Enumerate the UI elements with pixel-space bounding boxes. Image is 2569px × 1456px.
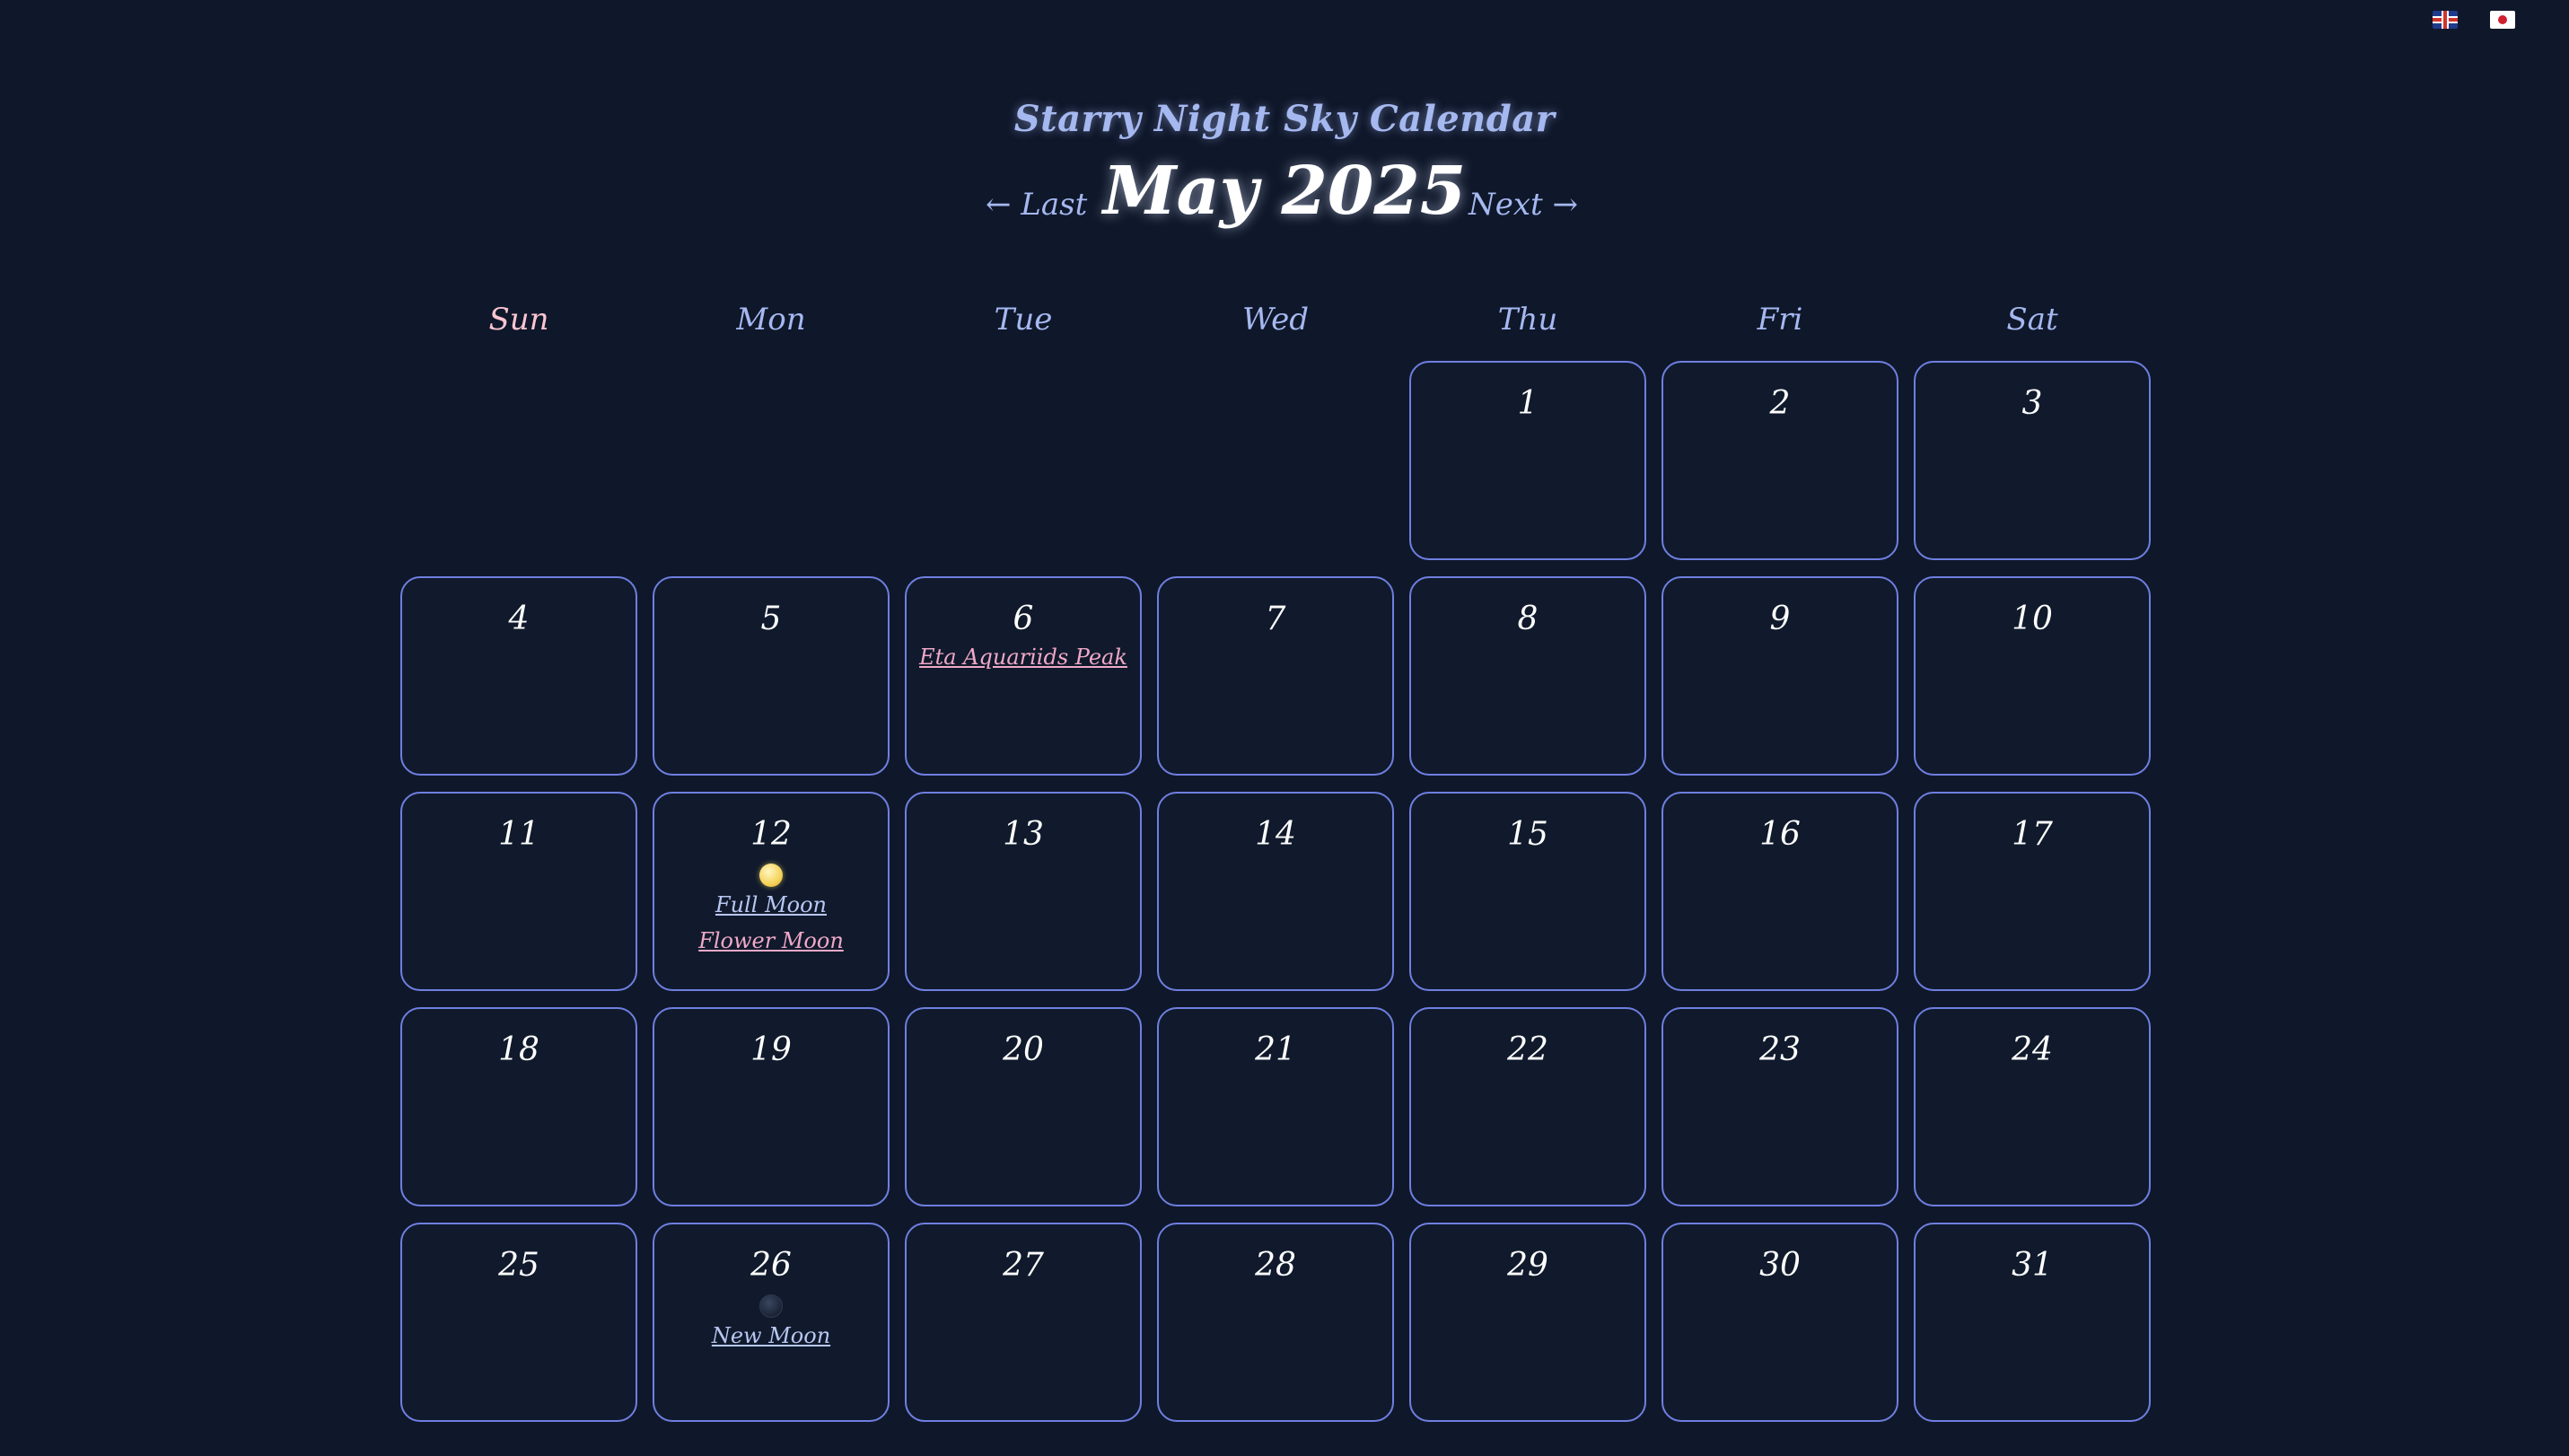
day-number: 11	[498, 816, 539, 853]
day-number: 24	[2012, 1031, 2053, 1068]
day-cell-6[interactable]: 6 Eta Aquariids Peak	[905, 576, 1142, 776]
day-number: 4	[508, 601, 530, 637]
day-cell-29[interactable]: 29	[1409, 1223, 1646, 1422]
empty-day-cell	[653, 361, 890, 560]
day-cell-2[interactable]: 2	[1662, 361, 1898, 560]
app-header: Starry Night Sky Calendar	[0, 90, 2569, 149]
day-cell-22[interactable]: 22	[1409, 1007, 1646, 1206]
day-cell-4[interactable]: 4	[400, 576, 637, 776]
day-cell-12[interactable]: 12 Full Moon Flower Moon	[653, 792, 890, 991]
day-number: 8	[1517, 601, 1539, 637]
day-number: 20	[1003, 1031, 1044, 1068]
day-cell-3[interactable]: 3	[1914, 361, 2151, 560]
new-moon-icon	[759, 1294, 783, 1318]
day-number: 9	[1769, 601, 1791, 637]
day-cell-8[interactable]: 8	[1409, 576, 1646, 776]
day-number: 3	[2021, 385, 2043, 422]
empty-day-cell	[905, 361, 1142, 560]
language-switcher	[2433, 11, 2515, 29]
month-title: May 2025	[1102, 153, 1467, 230]
weekday-sun: Sun	[488, 302, 549, 338]
weekday-sat: Sat	[2006, 302, 2058, 338]
day-number: 15	[1507, 816, 1548, 853]
day-number: 19	[750, 1031, 792, 1068]
weekday-wed: Wed	[1241, 302, 1310, 338]
previous-month-button[interactable]: ← Last	[986, 187, 1087, 223]
day-cell-18[interactable]: 18	[400, 1007, 637, 1206]
day-cell-25[interactable]: 25	[400, 1223, 637, 1422]
day-number: 7	[1265, 601, 1286, 637]
weekday-mon: Mon	[736, 302, 806, 338]
weekday-fri: Fri	[1757, 302, 1803, 338]
day-number: 21	[1255, 1031, 1296, 1068]
day-cell-9[interactable]: 9	[1662, 576, 1898, 776]
event-link[interactable]: Flower Moon	[698, 923, 844, 959]
day-number: 31	[2012, 1247, 2053, 1284]
day-number: 16	[1759, 816, 1801, 853]
day-number: 5	[760, 601, 782, 637]
day-cell-20[interactable]: 20	[905, 1007, 1142, 1206]
day-cell-21[interactable]: 21	[1157, 1007, 1394, 1206]
japanese-flag-icon[interactable]	[2490, 11, 2515, 29]
day-number: 29	[1507, 1247, 1548, 1284]
empty-day-cell	[400, 361, 637, 560]
day-cell-31[interactable]: 31	[1914, 1223, 2151, 1422]
day-cell-27[interactable]: 27	[905, 1223, 1142, 1422]
weekday-header: Sun Mon Tue Wed Thu Fri Sat	[400, 302, 2151, 338]
month-navigation: ← Last May 2025 Next →	[0, 144, 2569, 242]
day-cell-28[interactable]: 28	[1157, 1223, 1394, 1422]
day-number: 2	[1769, 385, 1791, 422]
weekday-tue: Tue	[994, 302, 1053, 338]
event-link[interactable]: Eta Aquariids Peak	[919, 639, 1127, 675]
event-link[interactable]: New Moon	[712, 1318, 830, 1354]
day-cell-13[interactable]: 13	[905, 792, 1142, 991]
day-number: 25	[498, 1247, 539, 1284]
day-number: 30	[1759, 1247, 1801, 1284]
day-number: 12	[750, 816, 792, 853]
day-cell-17[interactable]: 17	[1914, 792, 2151, 991]
app-title: Starry Night Sky Calendar	[1013, 98, 1556, 140]
day-number: 23	[1759, 1031, 1801, 1068]
weekday-thu: Thu	[1497, 302, 1558, 338]
day-number: 17	[2012, 816, 2053, 853]
next-month-button[interactable]: Next →	[1469, 187, 1578, 223]
day-cell-14[interactable]: 14	[1157, 792, 1394, 991]
day-number: 27	[1003, 1247, 1044, 1284]
event-link[interactable]: Full Moon	[715, 887, 827, 923]
day-cell-16[interactable]: 16	[1662, 792, 1898, 991]
day-cell-10[interactable]: 10	[1914, 576, 2151, 776]
day-cell-15[interactable]: 15	[1409, 792, 1646, 991]
day-number: 14	[1255, 816, 1296, 853]
day-number: 13	[1003, 816, 1044, 853]
day-number: 10	[2012, 601, 2053, 637]
day-cell-30[interactable]: 30	[1662, 1223, 1898, 1422]
english-flag-icon[interactable]	[2433, 11, 2458, 29]
full-moon-icon	[759, 864, 783, 887]
day-cell-7[interactable]: 7	[1157, 576, 1394, 776]
day-cell-5[interactable]: 5	[653, 576, 890, 776]
day-number: 18	[498, 1031, 539, 1068]
empty-day-cell	[1157, 361, 1394, 560]
day-number: 28	[1255, 1247, 1296, 1284]
day-cell-19[interactable]: 19	[653, 1007, 890, 1206]
calendar-grid: 1 2 3 4 5 6 Eta Aquariids Peak 7 8 9 10 11 12 Full Mo…	[400, 361, 2151, 1422]
day-cell-11[interactable]: 11	[400, 792, 637, 991]
day-number: 1	[1517, 385, 1539, 422]
day-number: 6	[1013, 601, 1034, 637]
day-cell-23[interactable]: 23	[1662, 1007, 1898, 1206]
day-number: 26	[750, 1247, 792, 1284]
day-cell-1[interactable]: 1	[1409, 361, 1646, 560]
day-number: 22	[1507, 1031, 1548, 1068]
day-cell-24[interactable]: 24	[1914, 1007, 2151, 1206]
day-cell-26[interactable]: 26 New Moon	[653, 1223, 890, 1422]
